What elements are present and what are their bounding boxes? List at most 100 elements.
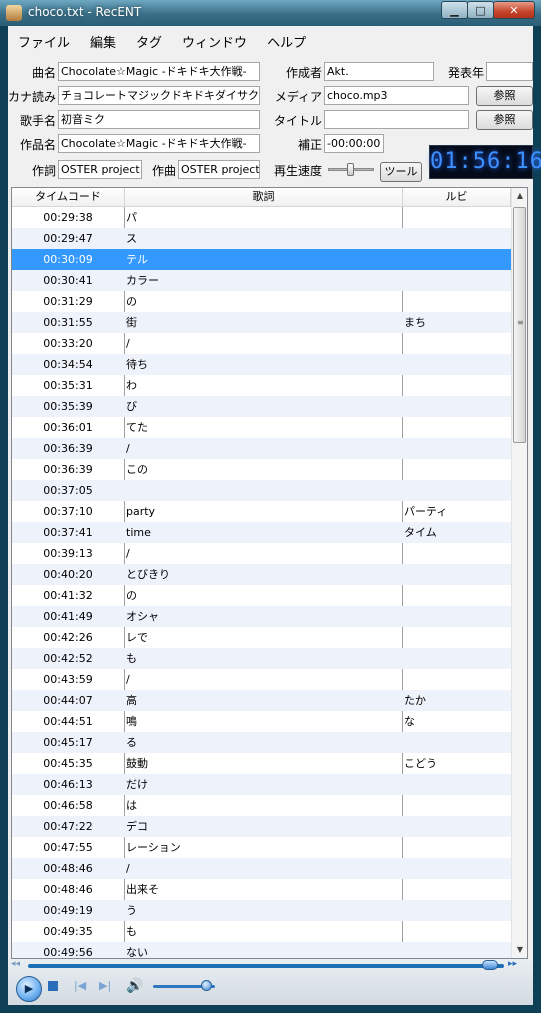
play-icon[interactable]: ▶ (16, 976, 42, 1002)
timecode-cell: 00:49:35 (43, 925, 93, 938)
menu-edit[interactable]: 編集 (80, 32, 126, 51)
speed-slider-knob[interactable] (347, 163, 354, 176)
ruby-cell (404, 816, 509, 837)
table-row[interactable]: 00:37:05 (12, 480, 511, 501)
next-icon[interactable]: ▶| (99, 979, 111, 992)
work-field[interactable]: Chocolate☆Magic -ドキドキ大作戦- (58, 134, 260, 153)
table-row[interactable]: 00:44:51 鳴 な (12, 711, 511, 732)
lyrics-cell: / (126, 337, 130, 350)
ruby-cell (404, 795, 509, 816)
singer-field[interactable]: 初音ミク (58, 110, 260, 129)
menu-file[interactable]: ファイル (8, 32, 80, 51)
lyrics-cell: party (126, 505, 156, 518)
table-row[interactable]: 00:47:22 デコ (12, 816, 511, 837)
table-row[interactable]: 00:36:39 / (12, 438, 511, 459)
previous-icon[interactable]: |◀ (74, 979, 86, 992)
offset-field[interactable]: -00:00:00 (324, 134, 384, 153)
stop-icon[interactable] (48, 981, 58, 991)
ruby-cell (404, 375, 509, 396)
timecode-cell: 00:44:07 (43, 694, 93, 707)
composer-field[interactable]: OSTER project (178, 160, 260, 179)
table-row[interactable]: 00:31:55 街 まち (12, 312, 511, 333)
timecode-cell: 00:37:05 (43, 484, 93, 497)
ruby-cell (404, 459, 509, 480)
table-row[interactable]: 00:35:31 わ (12, 375, 511, 396)
table-row[interactable]: 00:48:46 / (12, 858, 511, 879)
title-bar: choco.txt - RecENT ▁ □ ✕ (0, 0, 541, 26)
table-row[interactable]: 00:37:10 party パーティ (12, 501, 511, 522)
table-row[interactable]: 00:48:46 出来そ (12, 879, 511, 900)
menu-tag[interactable]: タグ (126, 32, 172, 51)
timecode-cell: 00:40:20 (43, 568, 93, 581)
table-row[interactable]: 00:31:29 の (12, 291, 511, 312)
table-row[interactable]: 00:36:39 この (12, 459, 511, 480)
media-browse-button[interactable]: 参照 (476, 86, 533, 106)
timecode-cell: 00:31:55 (43, 316, 93, 329)
author-field[interactable]: Akt. (324, 62, 434, 81)
table-row[interactable]: 00:46:13 だけ (12, 774, 511, 795)
maximize-button[interactable]: □ (467, 1, 494, 19)
table-row[interactable]: 00:49:19 う (12, 900, 511, 921)
ruby-cell (404, 900, 509, 921)
table-header: タイムコード 歌詞 ルビ (12, 188, 511, 207)
fast-forward-icon[interactable]: ▸▸ (508, 959, 517, 969)
scroll-down-icon[interactable]: ▼ (512, 942, 527, 958)
timecode-cell: 00:47:55 (43, 841, 93, 854)
table-row[interactable]: 00:46:58 は (12, 795, 511, 816)
media-field[interactable]: choco.mp3 (324, 86, 469, 105)
table-row[interactable]: 00:36:01 てた (12, 417, 511, 438)
table-row[interactable]: 00:33:20 / (12, 333, 511, 354)
table-row[interactable]: 00:30:09 テル (12, 249, 511, 270)
table-row[interactable]: 00:29:38 パ (12, 207, 511, 228)
vertical-scrollbar[interactable]: ▲ ≡ ▼ (511, 188, 527, 958)
seek-bar[interactable] (28, 964, 504, 968)
year-field[interactable] (486, 62, 533, 81)
menu-window[interactable]: ウィンドウ (172, 32, 257, 51)
volume-knob[interactable] (200, 980, 212, 991)
header-ruby[interactable]: ルビ (403, 188, 511, 206)
title-browse-button[interactable]: 参照 (476, 110, 533, 130)
timecode-cell: 00:36:39 (43, 463, 93, 476)
scrollbar-thumb[interactable]: ≡ (513, 207, 526, 443)
timecode-cell: 00:42:26 (43, 631, 93, 644)
lyricist-field[interactable]: OSTER project (58, 160, 142, 179)
table-row[interactable]: 00:44:07 高 たか (12, 690, 511, 711)
table-row[interactable]: 00:30:41 カラー (12, 270, 511, 291)
table-row[interactable]: 00:35:39 び (12, 396, 511, 417)
rewind-icon[interactable]: ◂◂ (11, 959, 20, 969)
lyrics-cell: この (126, 463, 148, 476)
volume-icon[interactable]: 🔊 (126, 978, 143, 994)
timecode-cell: 00:41:32 (43, 589, 93, 602)
timecode-cell: 00:36:01 (43, 421, 93, 434)
header-lyrics[interactable]: 歌詞 (125, 188, 403, 206)
table-row[interactable]: 00:41:32 の (12, 585, 511, 606)
table-row[interactable]: 00:37:41 time タイム (12, 522, 511, 543)
table-row[interactable]: 00:34:54 待ち (12, 354, 511, 375)
table-row[interactable]: 00:29:47 ス (12, 228, 511, 249)
table-row[interactable]: 00:45:17 る (12, 732, 511, 753)
kana-field[interactable]: チョコレートマジックドキドキダイサクセン (58, 86, 260, 105)
menu-help[interactable]: ヘルプ (257, 32, 316, 51)
header-timecode[interactable]: タイムコード (12, 188, 125, 206)
title-field[interactable] (324, 110, 469, 129)
song-field[interactable]: Chocolate☆Magic -ドキドキ大作戦- (58, 62, 260, 81)
table-row[interactable]: 00:41:49 オシャ (12, 606, 511, 627)
tool-button[interactable]: ツール (380, 162, 422, 182)
table-row[interactable]: 00:47:55 レーション (12, 837, 511, 858)
lyrics-cell: 鼓動 (126, 757, 148, 770)
lyrics-cell (126, 480, 396, 501)
close-button[interactable]: ✕ (493, 1, 535, 19)
table-row[interactable]: 00:43:59 / (12, 669, 511, 690)
table-row[interactable]: 00:45:35 鼓動 こどう (12, 753, 511, 774)
table-row[interactable]: 00:39:13 / (12, 543, 511, 564)
seek-knob[interactable] (481, 960, 498, 970)
table-row[interactable]: 00:49:35 も (12, 921, 511, 942)
minimize-button[interactable]: ▁ (441, 1, 468, 19)
table-row[interactable]: 00:42:52 も (12, 648, 511, 669)
ruby-cell (404, 249, 509, 270)
ruby-cell: たか (404, 694, 426, 707)
table-row[interactable]: 00:42:26 レで (12, 627, 511, 648)
table-row[interactable]: 00:49:56 ない (12, 942, 511, 958)
table-row[interactable]: 00:40:20 とびきり (12, 564, 511, 585)
scroll-up-icon[interactable]: ▲ (512, 188, 527, 204)
